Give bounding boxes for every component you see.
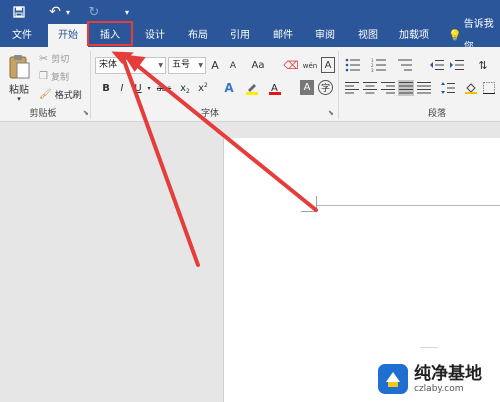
font-size-select[interactable]: 五号 ▼ — [168, 57, 206, 74]
highlight-icon[interactable] — [244, 80, 260, 96]
bold-button[interactable]: B — [100, 80, 112, 96]
tab-home[interactable]: 开始 — [48, 24, 88, 47]
format-painter-label: 格式刷 — [54, 90, 82, 101]
separator — [90, 51, 91, 119]
increase-indent-icon[interactable] — [448, 57, 466, 73]
justify-icon[interactable] — [398, 80, 414, 96]
distributed-icon[interactable] — [416, 80, 432, 96]
text-effects-icon[interactable]: A — [222, 80, 236, 96]
clipboard-group-label: 剪贴板 — [29, 109, 57, 119]
phonetic-guide-button[interactable]: wén — [301, 57, 319, 74]
font-size-dropdown-icon: ▼ — [198, 62, 203, 69]
tab-mailings[interactable]: 邮件 — [263, 24, 303, 47]
undo-icon[interactable]: ↶ — [47, 3, 63, 21]
format-painter-button[interactable]: 🖌 格式刷 — [39, 87, 82, 101]
align-center-icon[interactable] — [362, 80, 378, 96]
paste-icon[interactable] — [6, 52, 32, 82]
tab-view[interactable]: 视图 — [348, 24, 388, 47]
tab-references[interactable]: 引用 — [220, 24, 260, 47]
ribbon-tabs: 文件 开始 插入 设计 布局 引用 邮件 审阅 视图 加载项 💡 告诉我您 — [0, 19, 500, 53]
document-background — [0, 123, 223, 402]
redo-icon[interactable]: ↻ — [86, 3, 102, 21]
char-shading-icon[interactable]: A — [300, 80, 314, 95]
paragraph-group-label: 段落 — [427, 109, 446, 119]
watermark-url: czlaby.com — [414, 383, 464, 394]
tab-review[interactable]: 审阅 — [305, 24, 345, 47]
copy-button[interactable]: ❐ 复制 — [39, 69, 69, 83]
tab-layout[interactable]: 布局 — [178, 24, 218, 47]
insert-tab-highlight — [87, 21, 133, 46]
title-bar: ↶ ▾ ↻ ▾ — [0, 0, 500, 24]
italic-button[interactable]: I — [116, 80, 128, 96]
strikethrough-button[interactable]: abc — [155, 80, 173, 96]
save-icon[interactable] — [10, 3, 28, 21]
font-launcher-icon[interactable]: ⬊ — [328, 109, 334, 117]
undo-dropdown-icon[interactable]: ▾ — [63, 3, 73, 21]
line-spacing-icon[interactable] — [440, 80, 456, 96]
brush-icon: 🖌 — [39, 88, 52, 100]
tab-addins[interactable]: 加载项 — [392, 24, 436, 47]
site-logo-icon — [378, 364, 408, 394]
multilevel-list-icon[interactable] — [396, 57, 414, 73]
font-size-value: 五号 — [172, 60, 191, 70]
font-color-icon[interactable]: A — [268, 80, 282, 96]
paragraph-mark — [420, 347, 438, 348]
scissors-icon: ✂ — [39, 51, 49, 65]
subscript-button[interactable]: x2 — [178, 80, 192, 96]
margin-corner-mark — [316, 196, 317, 212]
clipboard-launcher-icon[interactable]: ⬊ — [83, 109, 89, 117]
shrink-font-button[interactable]: A — [226, 57, 240, 74]
copy-icon: ❐ — [39, 70, 48, 82]
text-cursor-line — [317, 205, 500, 206]
font-name-select[interactable]: 宋体 ▼ — [95, 57, 166, 74]
lightbulb-icon: 💡 — [448, 29, 462, 42]
font-name-dropdown-icon: ▼ — [158, 62, 163, 69]
superscript-button[interactable]: x2 — [196, 80, 210, 96]
customize-toolbar-icon[interactable]: ▾ — [122, 3, 132, 21]
separator — [338, 51, 339, 119]
watermark-title: 纯净基地 — [414, 363, 482, 384]
grow-font-button[interactable]: A — [208, 57, 222, 74]
font-name-value: 宋体 — [99, 60, 118, 70]
decrease-indent-icon[interactable] — [428, 57, 446, 73]
enclose-char-icon[interactable]: 字 — [318, 80, 333, 95]
svg-text:3: 3 — [371, 68, 374, 72]
tab-design[interactable]: 设计 — [135, 24, 175, 47]
site-watermark: 纯净基地 czlaby.com — [378, 356, 500, 402]
underline-button[interactable]: U — [132, 80, 144, 96]
copy-label: 复制 — [50, 72, 69, 83]
cut-label: 剪切 — [51, 54, 70, 65]
clear-format-icon[interactable]: ⌫ — [283, 57, 299, 74]
ribbon: 粘贴 ▾ ✂ 剪切 ❐ 复制 🖌 格式刷 剪贴板 ⬊ 宋体 ▼ 五号 ▼ A A… — [0, 47, 500, 122]
numbering-icon[interactable]: 123 — [370, 57, 388, 73]
align-right-icon[interactable] — [380, 80, 396, 96]
align-left-icon[interactable] — [344, 80, 360, 96]
bullets-icon[interactable] — [344, 57, 362, 73]
font-group-label: 字体 — [200, 109, 219, 119]
change-case-button[interactable]: Aa — [248, 57, 268, 74]
char-border-icon[interactable]: A — [321, 57, 335, 73]
tab-file[interactable]: 文件 — [4, 24, 40, 47]
underline-dropdown-icon[interactable]: ▾ — [145, 80, 153, 96]
margin-corner-mark — [301, 211, 317, 212]
paste-button[interactable]: 粘贴 — [4, 81, 34, 96]
word-window: ↶ ▾ ↻ ▾ 文件 开始 插入 设计 布局 引用 邮件 审阅 视图 加载项 💡… — [0, 0, 500, 402]
borders-icon[interactable] — [482, 80, 496, 96]
tell-me-box[interactable]: 💡 告诉我您 — [448, 19, 500, 53]
shading-icon[interactable] — [464, 80, 478, 96]
cut-button[interactable]: ✂ 剪切 — [39, 51, 69, 65]
paste-dropdown-icon[interactable]: ▾ — [12, 94, 26, 103]
sort-icon[interactable]: ⇅ — [474, 57, 492, 73]
